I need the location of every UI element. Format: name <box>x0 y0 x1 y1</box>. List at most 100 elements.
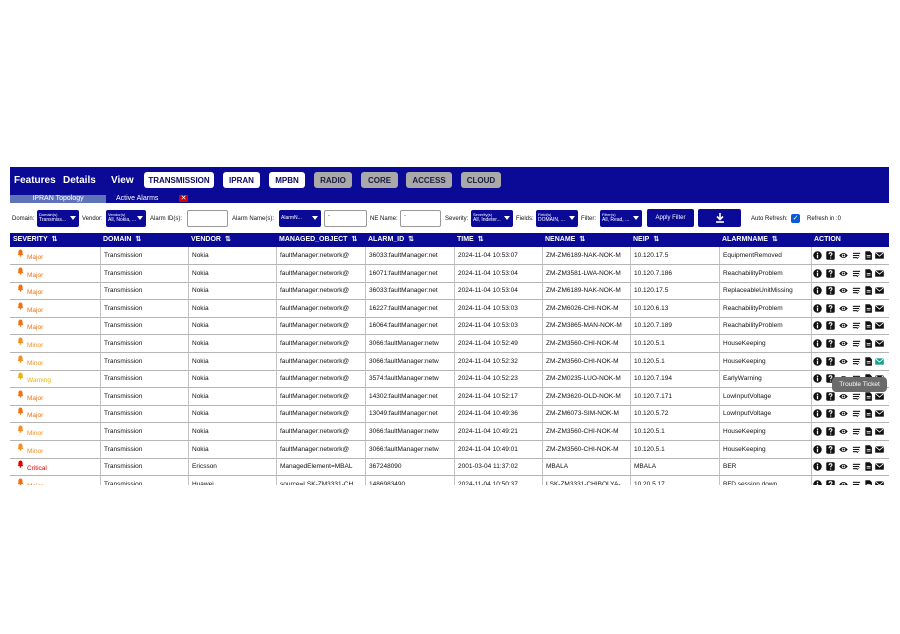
mail-icon[interactable] <box>875 321 884 330</box>
document-icon[interactable] <box>864 444 873 454</box>
sort-icon[interactable]: ⇅ <box>225 233 231 247</box>
domain-button-cloud[interactable]: CLOUD <box>461 172 501 188</box>
document-icon[interactable] <box>864 339 873 348</box>
info-icon[interactable] <box>813 304 822 313</box>
column-header-time[interactable]: TIME ⇅ <box>457 233 484 247</box>
sort-icon[interactable]: ⇅ <box>653 233 659 247</box>
notes-icon[interactable] <box>852 357 861 366</box>
mail-icon[interactable] <box>875 392 884 401</box>
view-icon[interactable] <box>839 304 848 313</box>
document-icon[interactable] <box>864 304 873 313</box>
help-icon[interactable] <box>826 392 835 401</box>
document-icon[interactable] <box>864 251 873 260</box>
notes-icon[interactable] <box>852 339 861 348</box>
help-icon[interactable] <box>826 304 835 313</box>
notes-icon[interactable] <box>852 427 861 436</box>
info-icon[interactable] <box>813 356 822 366</box>
sort-icon[interactable]: ⇅ <box>52 233 58 247</box>
view-icon[interactable] <box>839 357 848 366</box>
view-icon[interactable] <box>839 427 848 436</box>
notes-icon[interactable] <box>852 480 861 485</box>
tab-ipran-topology[interactable]: IPRAN Topology <box>10 195 106 203</box>
mail-icon[interactable] <box>875 251 884 260</box>
info-icon[interactable] <box>813 427 822 436</box>
info-icon[interactable] <box>813 321 822 331</box>
help-icon[interactable] <box>826 409 835 419</box>
table-row[interactable]: Major Transmission Nokia faultManager:netwo… <box>10 264 889 283</box>
info-icon[interactable] <box>813 462 822 471</box>
domain-button-mpbn[interactable]: MPBN <box>269 172 305 188</box>
apply-filter-button[interactable]: Apply Filter <box>647 209 694 227</box>
mail-icon[interactable] <box>875 339 884 348</box>
info-icon[interactable] <box>813 374 822 383</box>
view-icon[interactable] <box>839 462 848 471</box>
document-icon[interactable] <box>864 409 873 419</box>
info-icon[interactable] <box>813 339 822 348</box>
mail-icon[interactable] <box>875 427 884 436</box>
view-icon[interactable] <box>839 445 848 454</box>
nav-view[interactable]: View <box>111 175 134 186</box>
view-icon[interactable] <box>839 392 848 401</box>
domain-button-access[interactable]: ACCESS <box>406 172 452 188</box>
table-row[interactable]: Warning Transmission Nokia faultManager:net… <box>10 370 889 389</box>
column-header-severity[interactable]: SEVERITY ⇅ <box>13 233 58 247</box>
help-icon[interactable] <box>826 356 835 366</box>
download-button[interactable] <box>698 209 741 227</box>
column-header-managed-object[interactable]: MANAGED_OBJECT ⇅ <box>279 233 357 247</box>
help-icon[interactable] <box>826 286 835 295</box>
vendor-select[interactable]: Vendor(s) All, Nokia, ... <box>106 210 146 227</box>
close-icon[interactable]: ✕ <box>179 195 188 202</box>
document-icon[interactable] <box>864 392 873 401</box>
domain-button-ipran[interactable]: IPRAN <box>223 172 260 188</box>
help-icon[interactable] <box>826 480 835 485</box>
column-header-domain[interactable]: DOMAIN ⇅ <box>103 233 141 247</box>
column-header-neip[interactable]: NEIP ⇅ <box>633 233 659 247</box>
mail-icon[interactable] <box>875 286 884 295</box>
view-icon[interactable] <box>839 409 848 418</box>
document-icon[interactable] <box>864 427 873 436</box>
column-header-alarmname[interactable]: ALARMNAME ⇅ <box>722 233 778 247</box>
info-icon[interactable] <box>813 444 822 454</box>
notes-icon[interactable] <box>852 321 861 330</box>
mail-icon[interactable] <box>875 409 884 418</box>
fields-select[interactable]: Field(s) DOMAIN, ... <box>536 210 578 227</box>
table-row[interactable]: Major Transmission Nokia faultManager:netwo… <box>10 317 889 336</box>
column-header-action[interactable]: ACTION <box>814 233 841 247</box>
help-icon[interactable] <box>826 427 835 436</box>
mail-icon[interactable] <box>875 269 884 278</box>
info-icon[interactable] <box>813 392 822 401</box>
mail-icon[interactable] <box>875 445 884 454</box>
notes-icon[interactable] <box>852 286 861 295</box>
help-icon[interactable] <box>826 339 835 348</box>
mail-icon[interactable] <box>875 462 884 471</box>
sort-icon[interactable]: ⇅ <box>579 233 585 247</box>
help-icon[interactable] <box>826 321 835 331</box>
sort-icon[interactable]: ⇅ <box>772 233 778 247</box>
table-row[interactable]: Major Transmission Nokia faultManager:netwo… <box>10 247 889 265</box>
table-row[interactable]: Major TransmissionHuaweisource=LSK-ZM3331… <box>10 475 889 485</box>
info-icon[interactable] <box>813 251 822 260</box>
table-row[interactable]: Minor Transmission Nokia faultManager:netwo… <box>10 352 889 371</box>
table-row[interactable]: Minor Transmission Nokia faultManager:netwo… <box>10 440 889 459</box>
domain-select[interactable]: Domain(s) Transmiss... <box>37 210 79 227</box>
notes-icon[interactable] <box>852 251 861 260</box>
column-header-alarm-id[interactable]: ALARM_ID ⇅ <box>368 233 414 247</box>
mail-icon[interactable] <box>875 480 884 485</box>
info-icon[interactable] <box>813 480 822 485</box>
view-icon[interactable] <box>839 286 848 295</box>
notes-icon[interactable] <box>852 304 861 313</box>
info-icon[interactable] <box>813 286 822 295</box>
auto-refresh-checkbox[interactable]: ✓ <box>791 214 800 223</box>
column-header-vendor[interactable]: VENDOR ⇅ <box>191 233 231 247</box>
alarm-name-select[interactable]: AlarmN... <box>279 210 321 227</box>
table-row[interactable]: Critical Transmission Ericsson ManagedEleme… <box>10 458 889 477</box>
alarm-name-input[interactable]: - <box>324 210 367 227</box>
view-icon[interactable] <box>839 269 848 278</box>
nav-features[interactable]: Features <box>14 175 56 186</box>
view-icon[interactable] <box>839 321 848 330</box>
view-icon[interactable] <box>839 339 848 348</box>
notes-icon[interactable] <box>852 445 861 454</box>
notes-icon[interactable] <box>852 462 861 471</box>
document-icon[interactable] <box>864 268 873 278</box>
table-row[interactable]: Major Transmission Nokia faultManager:netwo… <box>10 299 889 318</box>
